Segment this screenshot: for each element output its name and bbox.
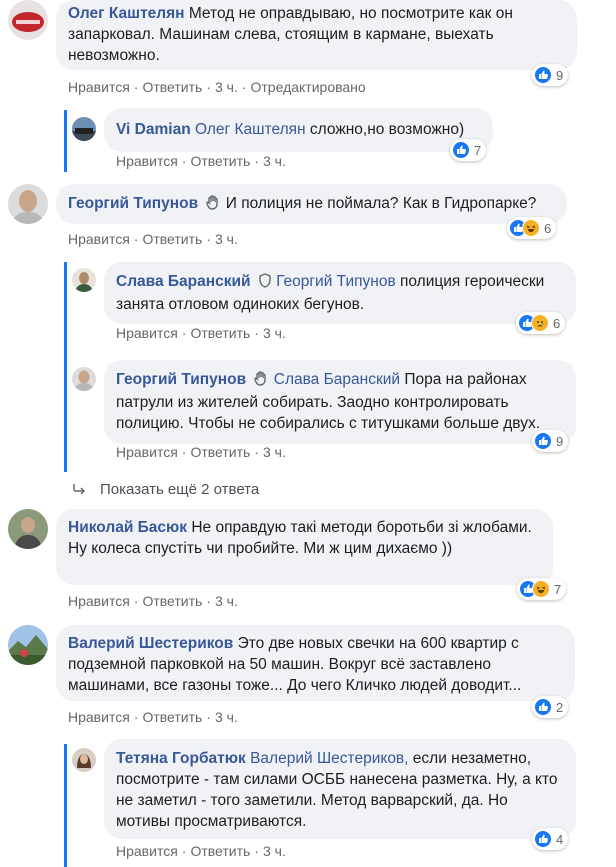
reaction-summary[interactable]: 4 [532, 828, 569, 850]
wave-badge-icon [253, 370, 269, 392]
edited-label[interactable]: Отредактировано [251, 79, 366, 95]
mention-link[interactable]: Слава Баранский [274, 371, 400, 388]
like-icon [452, 141, 470, 159]
reaction-summary[interactable]: 9 [532, 430, 569, 452]
comment-author[interactable]: Валерий Шестериков [68, 635, 233, 652]
avatar[interactable] [8, 0, 48, 40]
avatar[interactable] [8, 509, 48, 549]
thread-line [64, 744, 67, 867]
avatar[interactable] [8, 184, 48, 224]
haha-icon [532, 580, 550, 598]
comment-text: сложно,но возможно) [309, 121, 465, 138]
reaction-count: 7 [554, 581, 562, 597]
comment-bubble: Слава Баранский Георгий Типунов полиция … [104, 262, 576, 324]
reaction-count: 6 [553, 315, 561, 331]
comment-author[interactable]: Слава Баранский [116, 273, 251, 290]
reaction-count: 9 [556, 433, 564, 449]
timestamp[interactable]: 3 ч. [263, 444, 286, 460]
reply-link[interactable]: Ответить [142, 231, 202, 247]
reaction-summary[interactable]: 7 [517, 578, 567, 600]
timestamp[interactable]: 3 ч. [215, 231, 238, 247]
comment-text: И полиция не поймала? Как в Гидропарке? [225, 195, 537, 212]
comment-bubble: Георгий Типунов Слава Баранский Пора на … [104, 360, 576, 444]
reply-link[interactable]: Ответить [142, 593, 202, 609]
avatar[interactable] [72, 268, 96, 292]
comment-author[interactable]: Георгий Типунов [116, 371, 246, 388]
avatar[interactable] [8, 625, 48, 665]
comment-actions: Нравится · Ответить · 3 ч. [116, 153, 286, 169]
like-link[interactable]: Нравится [68, 231, 130, 247]
reaction-summary[interactable]: 6 [516, 312, 566, 334]
timestamp[interactable]: 3 ч. [263, 843, 286, 859]
reaction-count: 2 [556, 699, 564, 715]
timestamp[interactable]: 3 ч. [263, 153, 286, 169]
reaction-count: 4 [556, 831, 564, 847]
comment-bubble: Георгий Типунов И полиция не поймала? Ка… [56, 184, 567, 224]
mention-link[interactable]: Олег Каштелян [195, 121, 306, 138]
comment-bubble: Тетяна Горбатюк Валерий Шестериков, если… [104, 739, 576, 839]
mention-link[interactable]: Георгий Типунов [276, 273, 396, 290]
comment-author[interactable]: Vi Damian [116, 121, 191, 138]
like-link[interactable]: Нравится [116, 153, 178, 169]
comment-author[interactable]: Тетяна Горбатюк [116, 750, 246, 767]
comment-author[interactable]: Георгий Типунов [68, 195, 198, 212]
like-icon [534, 698, 552, 716]
comment-actions: Нравится · Ответить · 3 ч. [68, 709, 238, 725]
timestamp[interactable]: 3 ч. [215, 593, 238, 609]
reaction-count: 9 [556, 67, 564, 83]
like-link[interactable]: Нравится [68, 79, 130, 95]
sad-icon [531, 314, 549, 332]
comment-bubble: Олег Каштелян Метод не оправдываю, но по… [56, 0, 577, 70]
reply-link[interactable]: Ответить [190, 444, 250, 460]
comment-bubble: Николай Басюк Не оправдую такі методи бо… [56, 509, 553, 585]
like-link[interactable]: Нравится [68, 593, 130, 609]
like-icon [534, 432, 552, 450]
show-more-replies[interactable]: Показать ещё 2 ответа [72, 481, 259, 499]
like-link[interactable]: Нравится [116, 325, 178, 341]
comment-actions: Нравится · Ответить · 3 ч. [68, 231, 238, 247]
reaction-summary[interactable]: 2 [532, 696, 569, 718]
reply-link[interactable]: Ответить [142, 709, 202, 725]
comment-author[interactable]: Олег Каштелян [68, 5, 185, 22]
like-link[interactable]: Нравится [68, 709, 130, 725]
reaction-count: 7 [474, 142, 482, 158]
comment-author[interactable]: Николай Басюк [68, 519, 187, 536]
thread-line [64, 262, 67, 472]
like-icon [534, 830, 552, 848]
comment-actions: Нравится · Ответить · 3 ч. [116, 843, 286, 859]
reply-link[interactable]: Ответить [190, 325, 250, 341]
reaction-count: 6 [544, 220, 552, 236]
reply-link[interactable]: Ответить [190, 843, 250, 859]
mention-link[interactable]: Валерий Шестериков, [250, 750, 408, 767]
like-link[interactable]: Нравится [116, 843, 178, 859]
timestamp[interactable]: 3 ч. [215, 79, 238, 95]
comment-bubble: Валерий Шестериков Это две новых свечки … [56, 625, 575, 701]
thread-line [64, 110, 67, 172]
timestamp[interactable]: 3 ч. [263, 325, 286, 341]
haha-icon [522, 219, 540, 237]
like-icon [534, 66, 552, 84]
reply-arrow-icon [72, 482, 86, 499]
reaction-summary[interactable]: 7 [450, 139, 487, 161]
timestamp[interactable]: 3 ч. [215, 709, 238, 725]
reply-link[interactable]: Ответить [142, 79, 202, 95]
reaction-summary[interactable]: 9 [532, 64, 569, 86]
comment-actions: Нравится · Ответить · 3 ч. [116, 444, 286, 460]
like-link[interactable]: Нравится [116, 444, 178, 460]
comment-actions: Нравится · Ответить · 3 ч. · Отредактировано [68, 79, 366, 95]
comment-actions: Нравится · Ответить · 3 ч. [68, 593, 238, 609]
avatar[interactable] [72, 367, 96, 391]
comment-actions: Нравится · Ответить · 3 ч. [116, 325, 286, 341]
avatar[interactable] [72, 748, 96, 772]
show-more-label[interactable]: Показать ещё 2 ответа [100, 481, 259, 498]
wave-badge-icon [205, 194, 221, 216]
reply-link[interactable]: Ответить [190, 153, 250, 169]
comment-bubble: Vi Damian Олег Каштелян сложно,но возмож… [104, 108, 493, 152]
shield-badge-icon [258, 273, 272, 294]
avatar[interactable] [72, 117, 96, 141]
reaction-summary[interactable]: 6 [507, 217, 557, 239]
